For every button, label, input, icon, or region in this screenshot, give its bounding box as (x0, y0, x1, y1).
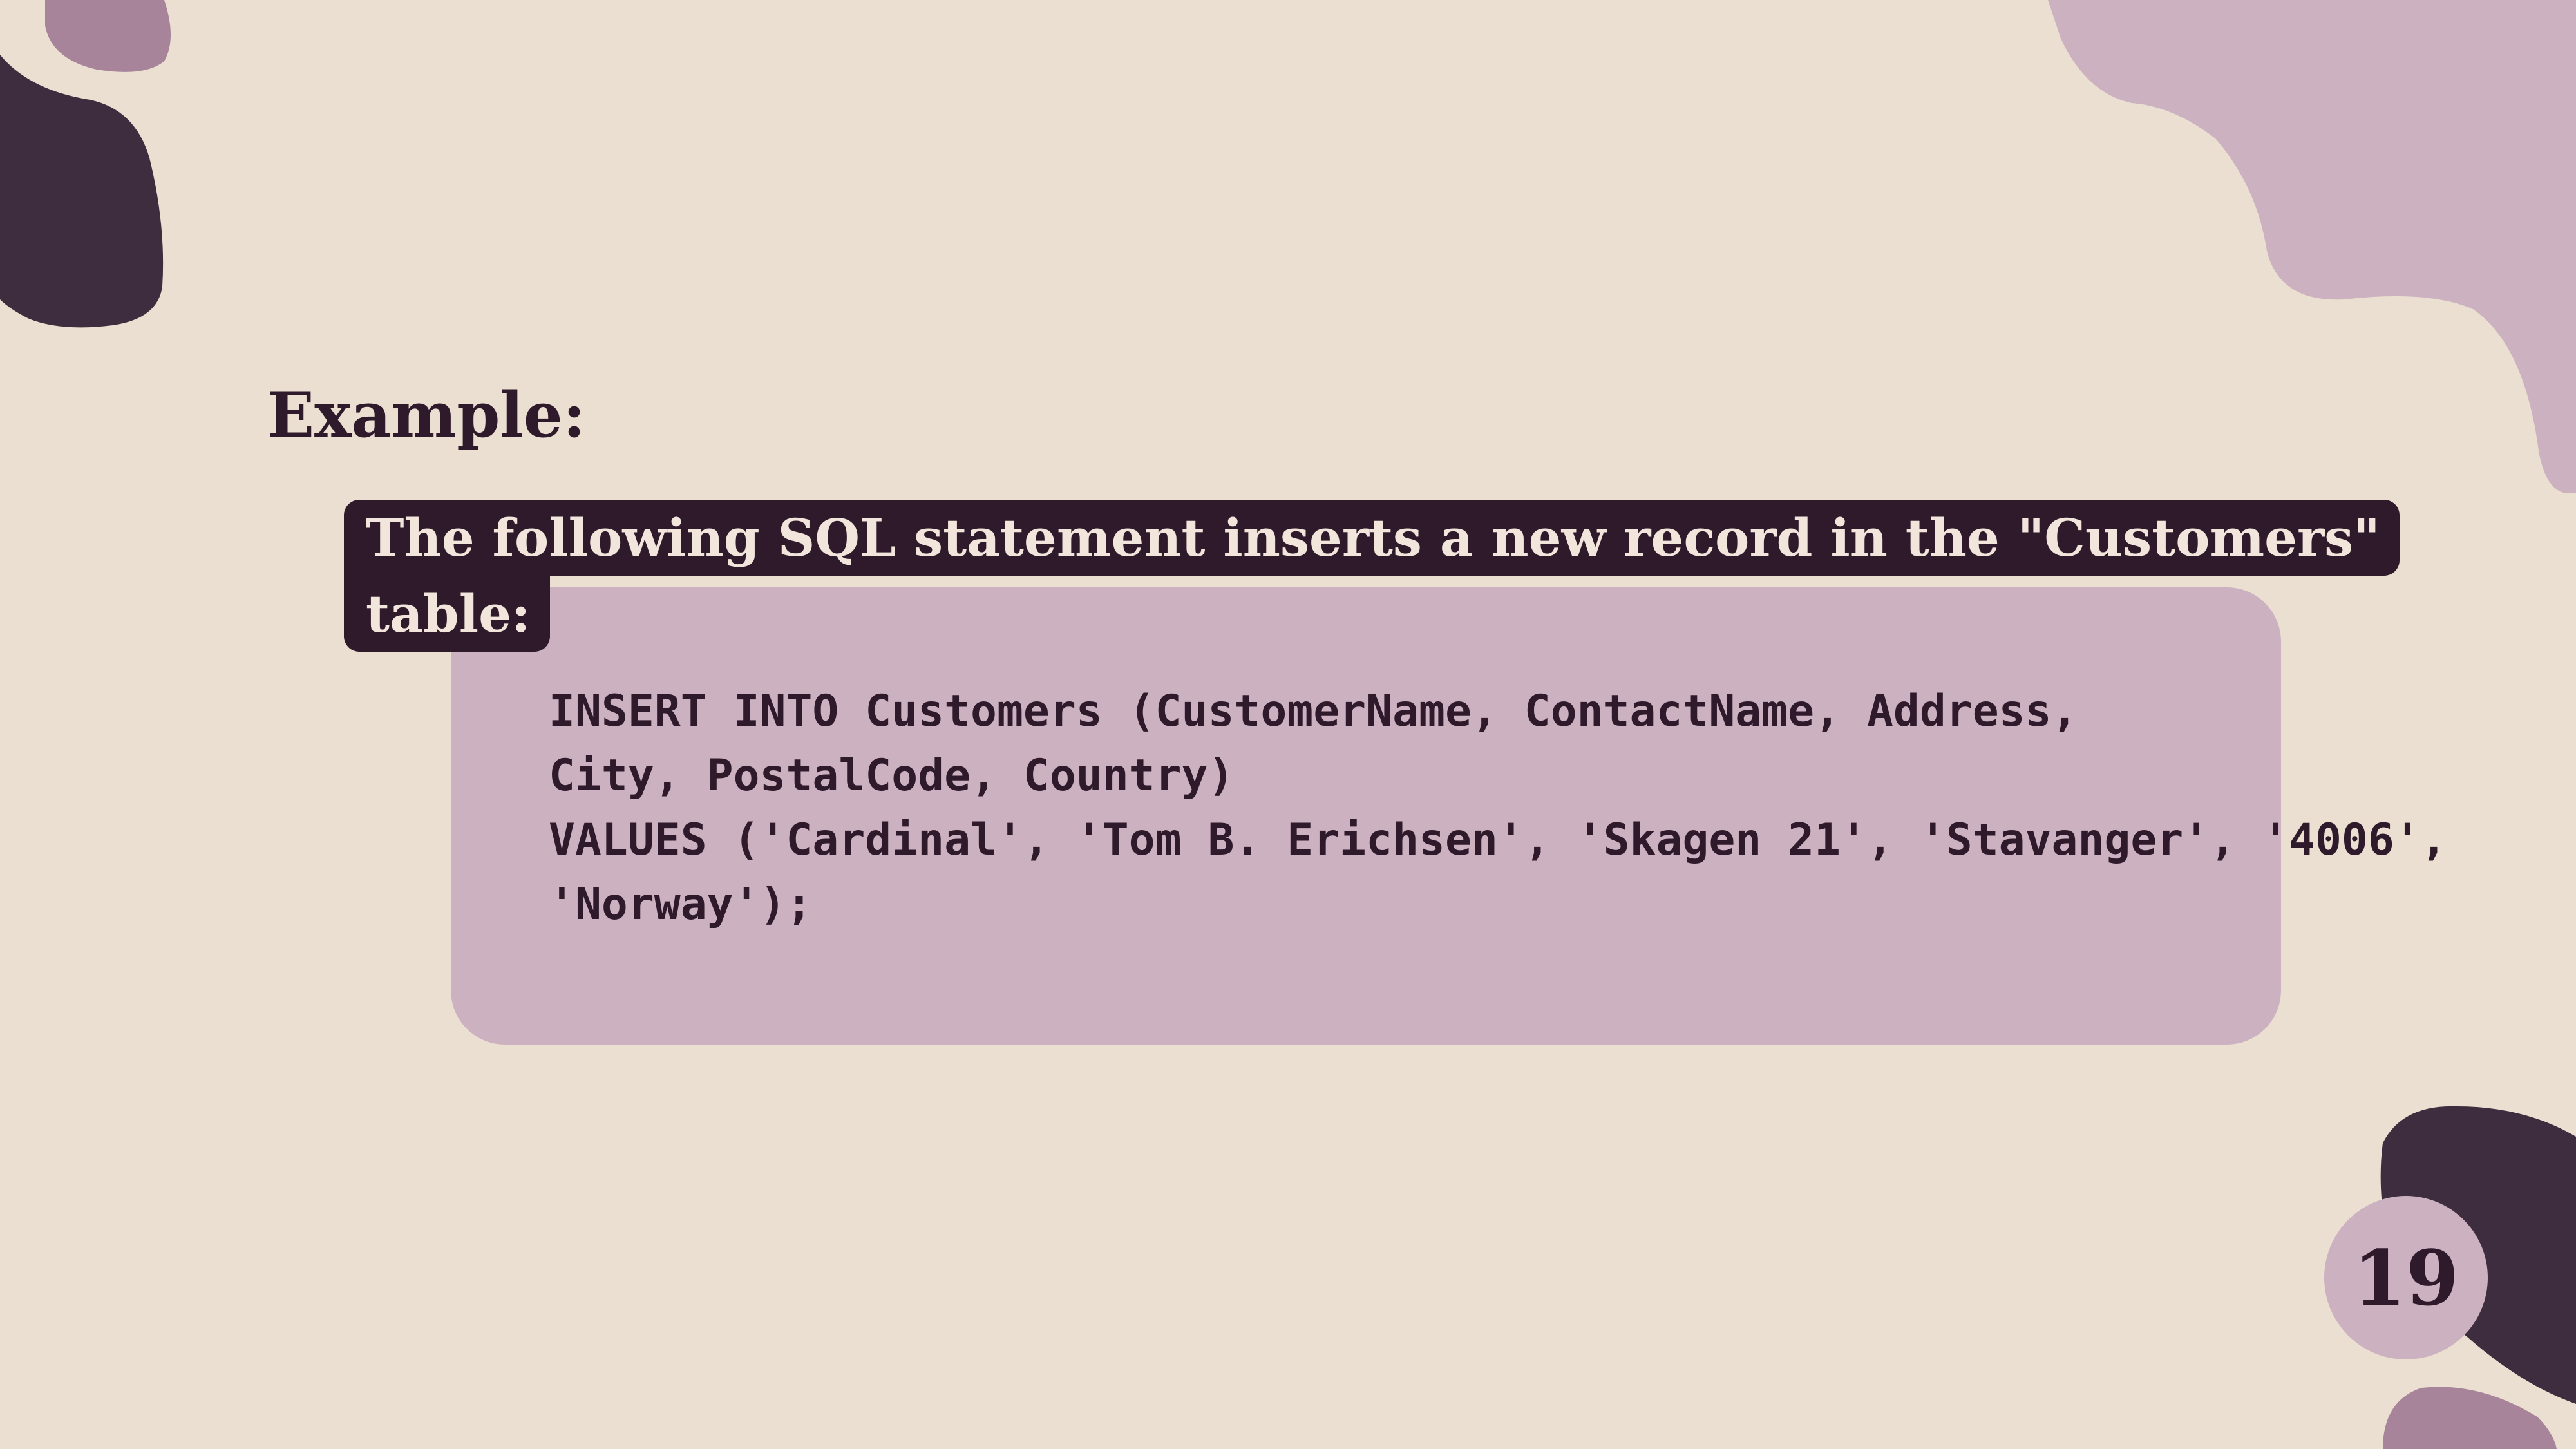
example-heading: Example: (267, 379, 586, 451)
sql-code-block: INSERT INTO Customers (CustomerName, Con… (549, 679, 2447, 937)
top-left-small-blob (45, 0, 171, 72)
code-line: 'Norway'); (549, 879, 813, 930)
bottom-right-small-blob (2383, 1387, 2557, 1449)
page-number-badge: 19 (2324, 1196, 2488, 1359)
top-left-dark-blob (0, 55, 164, 328)
code-line: City, PostalCode, Country) (549, 750, 1235, 801)
intro-highlight-text: The following SQL statement inserts a ne… (344, 500, 2400, 652)
intro-line: The following SQL statement inserts a ne… (344, 500, 2400, 576)
code-line: VALUES ('Cardinal', 'Tom B. Erichsen', '… (549, 815, 2447, 866)
top-right-blob (2048, 0, 2576, 494)
code-line: INSERT INTO Customers (CustomerName, Con… (549, 686, 2078, 737)
slide: Example: INSERT INTO Customers (Customer… (0, 0, 2576, 1449)
intro-line: table: (344, 576, 550, 652)
